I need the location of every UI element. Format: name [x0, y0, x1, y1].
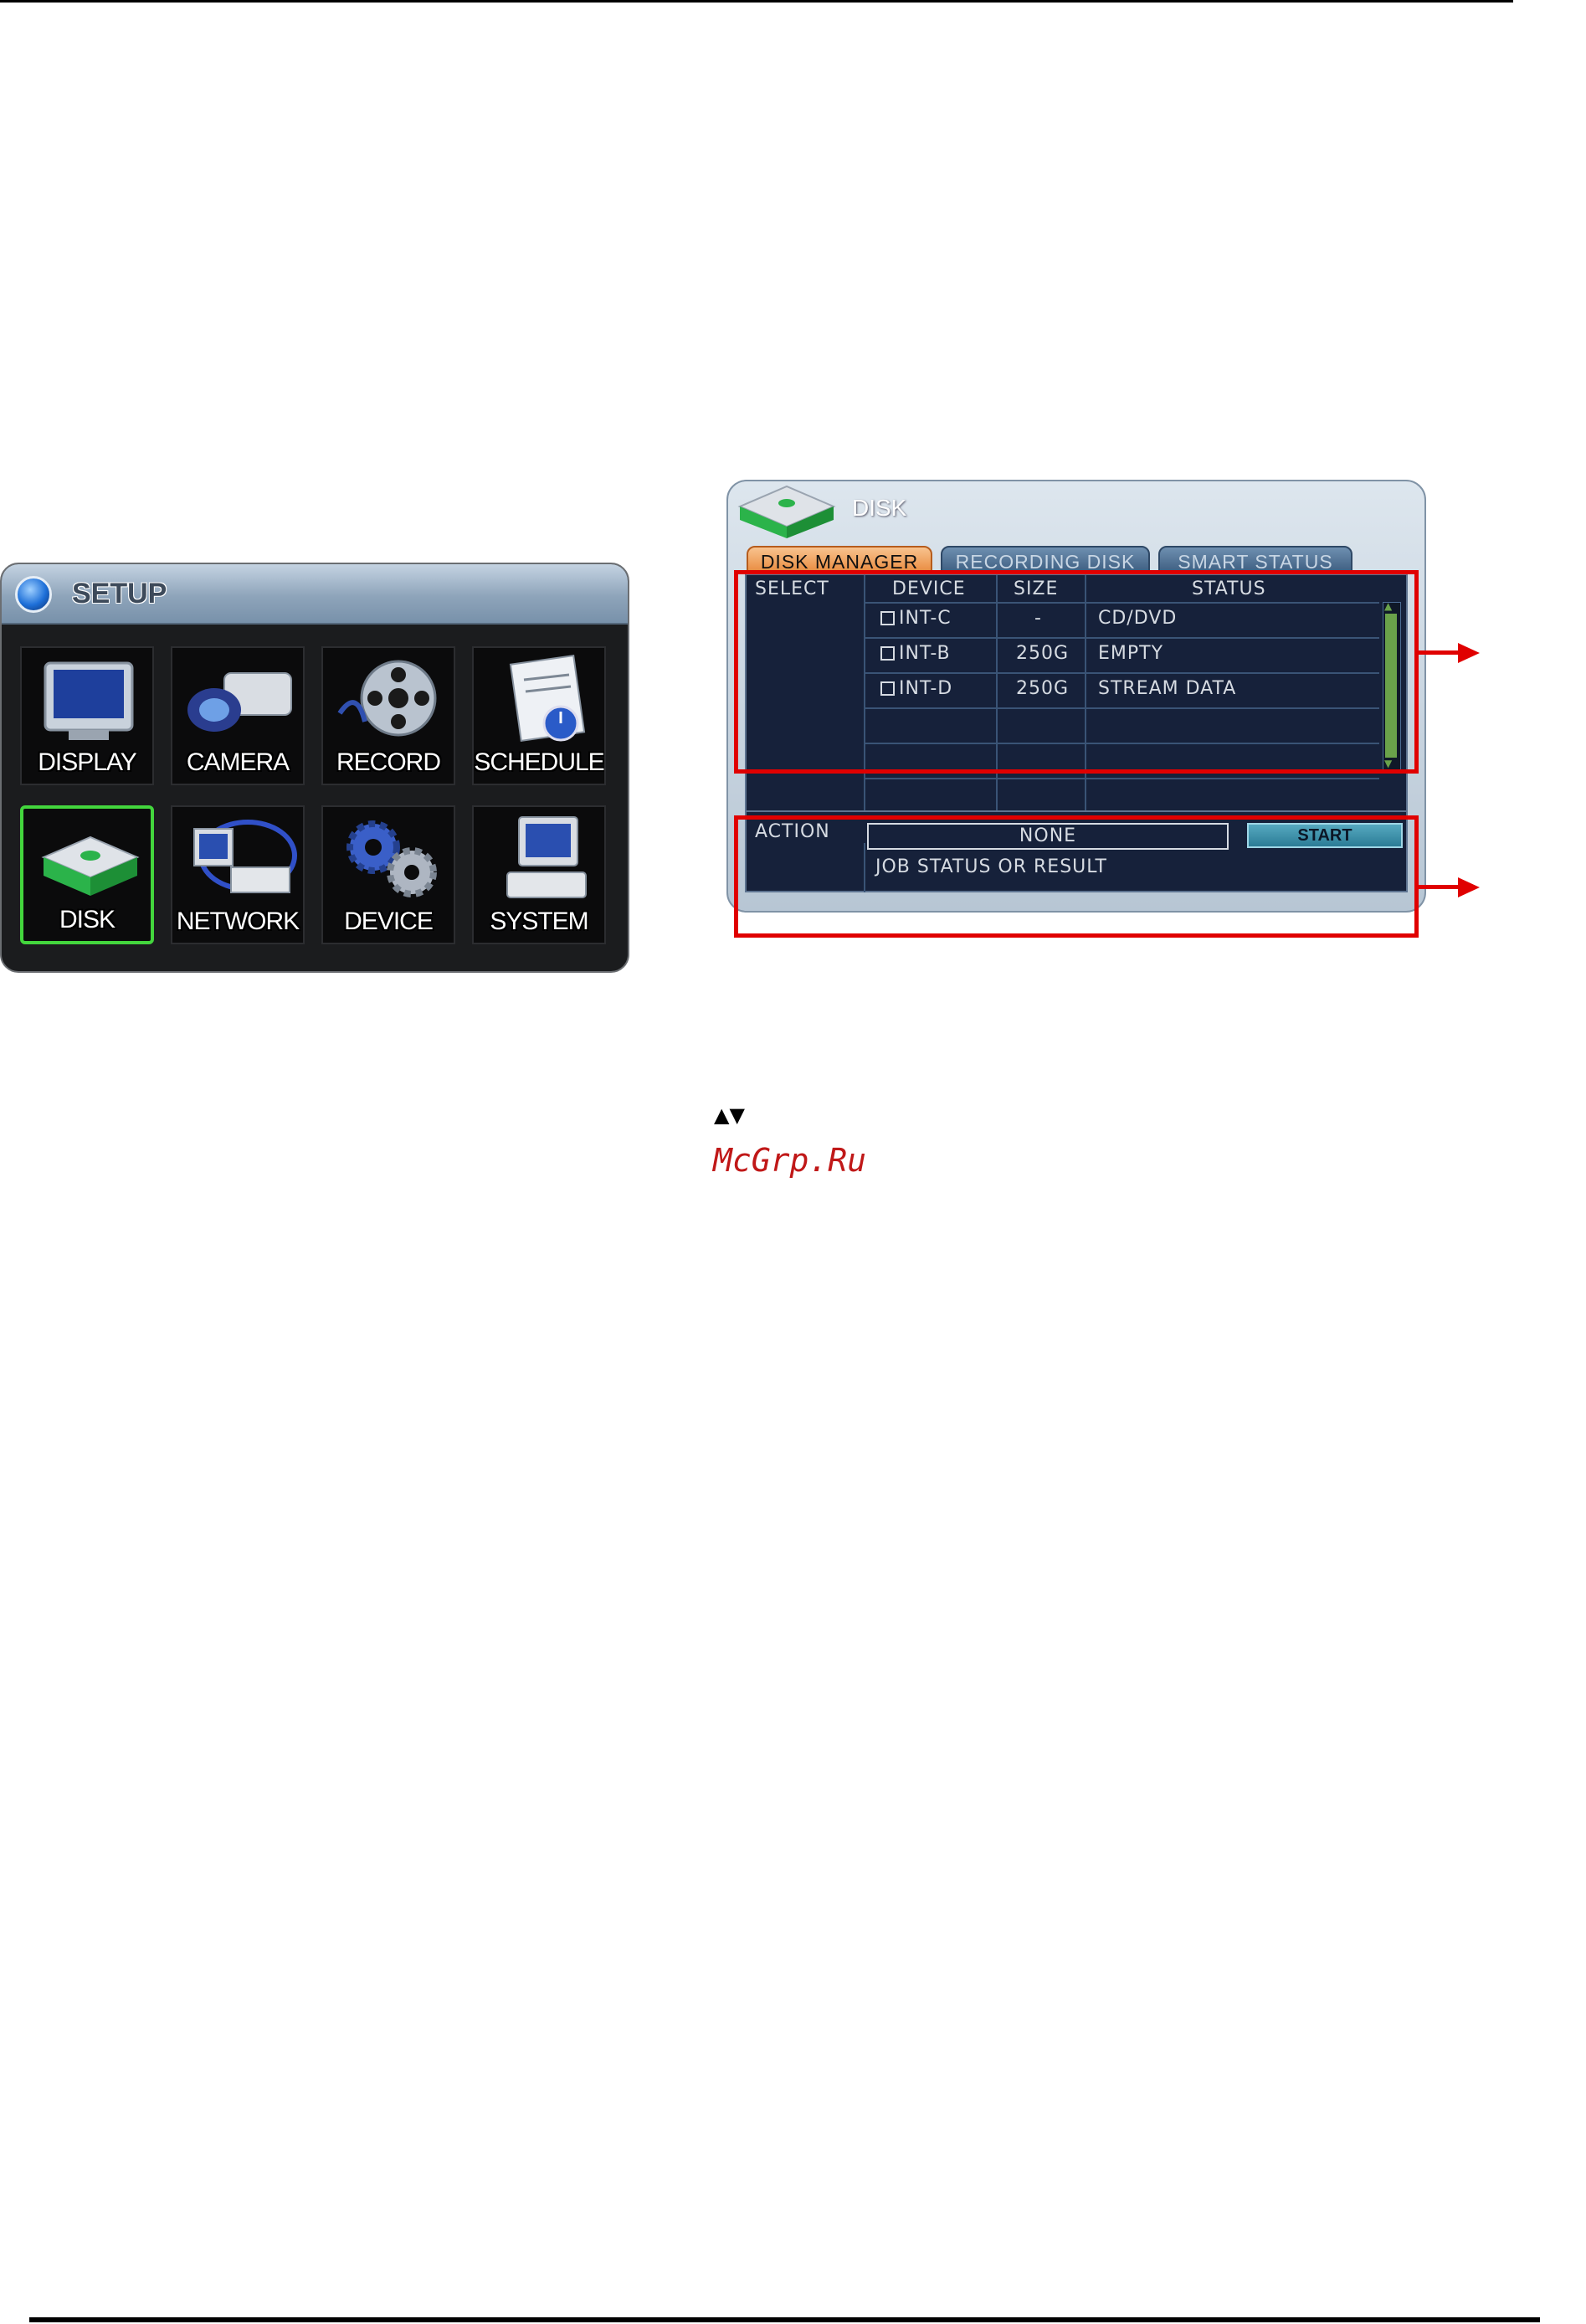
setup-title: SETUP [72, 578, 167, 609]
tile-disk[interactable]: DISK [20, 805, 154, 944]
tile-display[interactable]: DISPLAY [20, 646, 154, 785]
tile-label: DEVICE [344, 907, 434, 935]
watermark: McGrp.Ru [713, 1142, 867, 1179]
annotation-arrow-head [1458, 643, 1480, 663]
tile-label: DISPLAY [38, 748, 137, 776]
annotation-arrow [1419, 650, 1460, 655]
tile-camera[interactable]: CAMERA [171, 646, 305, 785]
annotation-box-device-list [734, 570, 1419, 774]
setup-header: SETUP [2, 564, 628, 625]
grid-line [864, 778, 1379, 779]
disk-drive-icon [41, 836, 140, 896]
bottom-rule [29, 2317, 1540, 2322]
network-icon [193, 820, 297, 893]
disk-drive-icon [737, 485, 836, 538]
tile-label: DISK [59, 906, 115, 933]
computer-icon [506, 816, 587, 898]
tile-schedule[interactable]: SCHEDULE [472, 646, 606, 785]
tile-system[interactable]: SYSTEM [472, 805, 606, 944]
tile-label: NETWORK [176, 907, 300, 935]
setup-orb-icon [15, 576, 52, 613]
film-reel-icon [337, 660, 437, 737]
tile-label: SYSTEM [490, 907, 588, 935]
annotation-box-action [734, 815, 1419, 938]
annotation-arrow-head [1458, 877, 1480, 897]
gears-icon [346, 820, 437, 897]
tile-label: SCHEDULE [474, 748, 604, 776]
section-divider [747, 810, 1408, 812]
tile-record[interactable]: RECORD [321, 646, 455, 785]
schedule-clock-icon [509, 655, 586, 742]
tile-device[interactable]: DEVICE [321, 805, 455, 944]
setup-menu: SETUP DISPLAY CAMERA RECORD SCHEDULE DIS… [0, 563, 629, 973]
disk-title: DISK [852, 495, 907, 521]
tile-network[interactable]: NETWORK [171, 805, 305, 944]
tile-label: RECORD [336, 748, 441, 776]
up-down-arrow-icon: ▲▼ [714, 1103, 745, 1127]
top-rule [0, 0, 1513, 3]
camera-icon [187, 672, 292, 732]
annotation-arrow [1419, 885, 1460, 889]
tile-label: CAMERA [186, 748, 290, 776]
monitor-icon [44, 661, 134, 740]
